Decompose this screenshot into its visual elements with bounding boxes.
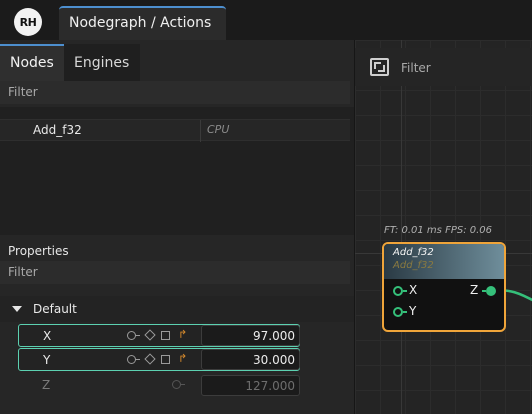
tab-engines[interactable]: Engines bbox=[64, 44, 140, 81]
node-subtitle: Add_f32 bbox=[393, 260, 434, 271]
top-bar: RH Nodegraph / Actions bbox=[0, 0, 532, 40]
node-name: Add_f32 bbox=[33, 123, 82, 137]
key-icon bbox=[172, 380, 185, 389]
column-divider bbox=[200, 120, 201, 142]
property-value-z: 127.000 bbox=[201, 375, 300, 396]
property-label: X bbox=[43, 329, 52, 343]
property-label: Y bbox=[43, 353, 51, 367]
nodes-list: Add_f32 CPU bbox=[0, 107, 354, 235]
pin-stem bbox=[403, 290, 407, 292]
pin-stem bbox=[403, 311, 407, 313]
property-group-header[interactable]: Default bbox=[0, 296, 354, 322]
document-tab[interactable]: Nodegraph / Actions bbox=[59, 6, 226, 40]
input-pin-label: Y bbox=[409, 304, 417, 318]
canvas-toolbar: Filter bbox=[355, 48, 532, 86]
key-icon[interactable] bbox=[127, 355, 140, 364]
input-pin-label: X bbox=[409, 283, 418, 297]
node-title: Add_f32 bbox=[393, 247, 434, 258]
properties-title: Properties bbox=[8, 244, 69, 258]
link-arrow-icon[interactable]: ↱ bbox=[178, 328, 187, 341]
nodegraph-canvas[interactable]: Filter FT: 0.01 ms FPS: 0.06 Add_f32 Add… bbox=[354, 40, 532, 414]
input-pin-y[interactable] bbox=[393, 307, 403, 317]
output-pin-label: Z bbox=[470, 283, 479, 297]
canvas-filter-input[interactable]: Filter bbox=[401, 61, 431, 75]
properties-filter-input[interactable]: Filter bbox=[0, 261, 350, 284]
diamond-icon[interactable] bbox=[144, 353, 156, 365]
graph-node-add-f32[interactable]: Add_f32 Add_f32 X Y Z bbox=[382, 242, 506, 332]
property-icons: ↱ bbox=[127, 328, 197, 342]
property-icons: ↱ bbox=[127, 352, 197, 366]
frame-stats: FT: 0.01 ms FPS: 0.06 bbox=[384, 225, 493, 236]
link-arrow-icon[interactable]: ↱ bbox=[178, 352, 187, 365]
tab-nodes[interactable]: Nodes bbox=[0, 44, 64, 81]
property-icons bbox=[126, 379, 196, 391]
node-header[interactable]: Add_f32 Add_f32 bbox=[384, 244, 504, 279]
app-logo[interactable]: RH bbox=[14, 8, 42, 36]
left-panel: Nodes Engines Filter Add_f32 CPU Propert… bbox=[0, 40, 354, 414]
fit-view-icon[interactable] bbox=[370, 58, 389, 76]
panel-tabs: Nodes Engines bbox=[0, 44, 354, 81]
group-label: Default bbox=[33, 302, 77, 316]
property-label: Z bbox=[42, 378, 51, 392]
square-icon[interactable] bbox=[161, 331, 170, 340]
input-pin-x[interactable] bbox=[393, 286, 403, 296]
node-engine: CPU bbox=[207, 123, 230, 136]
square-icon[interactable] bbox=[161, 355, 170, 364]
output-pin-z[interactable] bbox=[486, 286, 496, 296]
property-value-x[interactable]: 97.000 bbox=[201, 325, 300, 346]
property-value-y[interactable]: 30.000 bbox=[201, 349, 300, 370]
collapse-triangle-icon[interactable] bbox=[12, 306, 22, 312]
key-icon[interactable] bbox=[127, 331, 140, 340]
nodes-filter-input[interactable]: Filter bbox=[0, 81, 350, 104]
list-item[interactable]: Add_f32 CPU bbox=[0, 119, 350, 142]
diamond-icon[interactable] bbox=[144, 329, 156, 341]
